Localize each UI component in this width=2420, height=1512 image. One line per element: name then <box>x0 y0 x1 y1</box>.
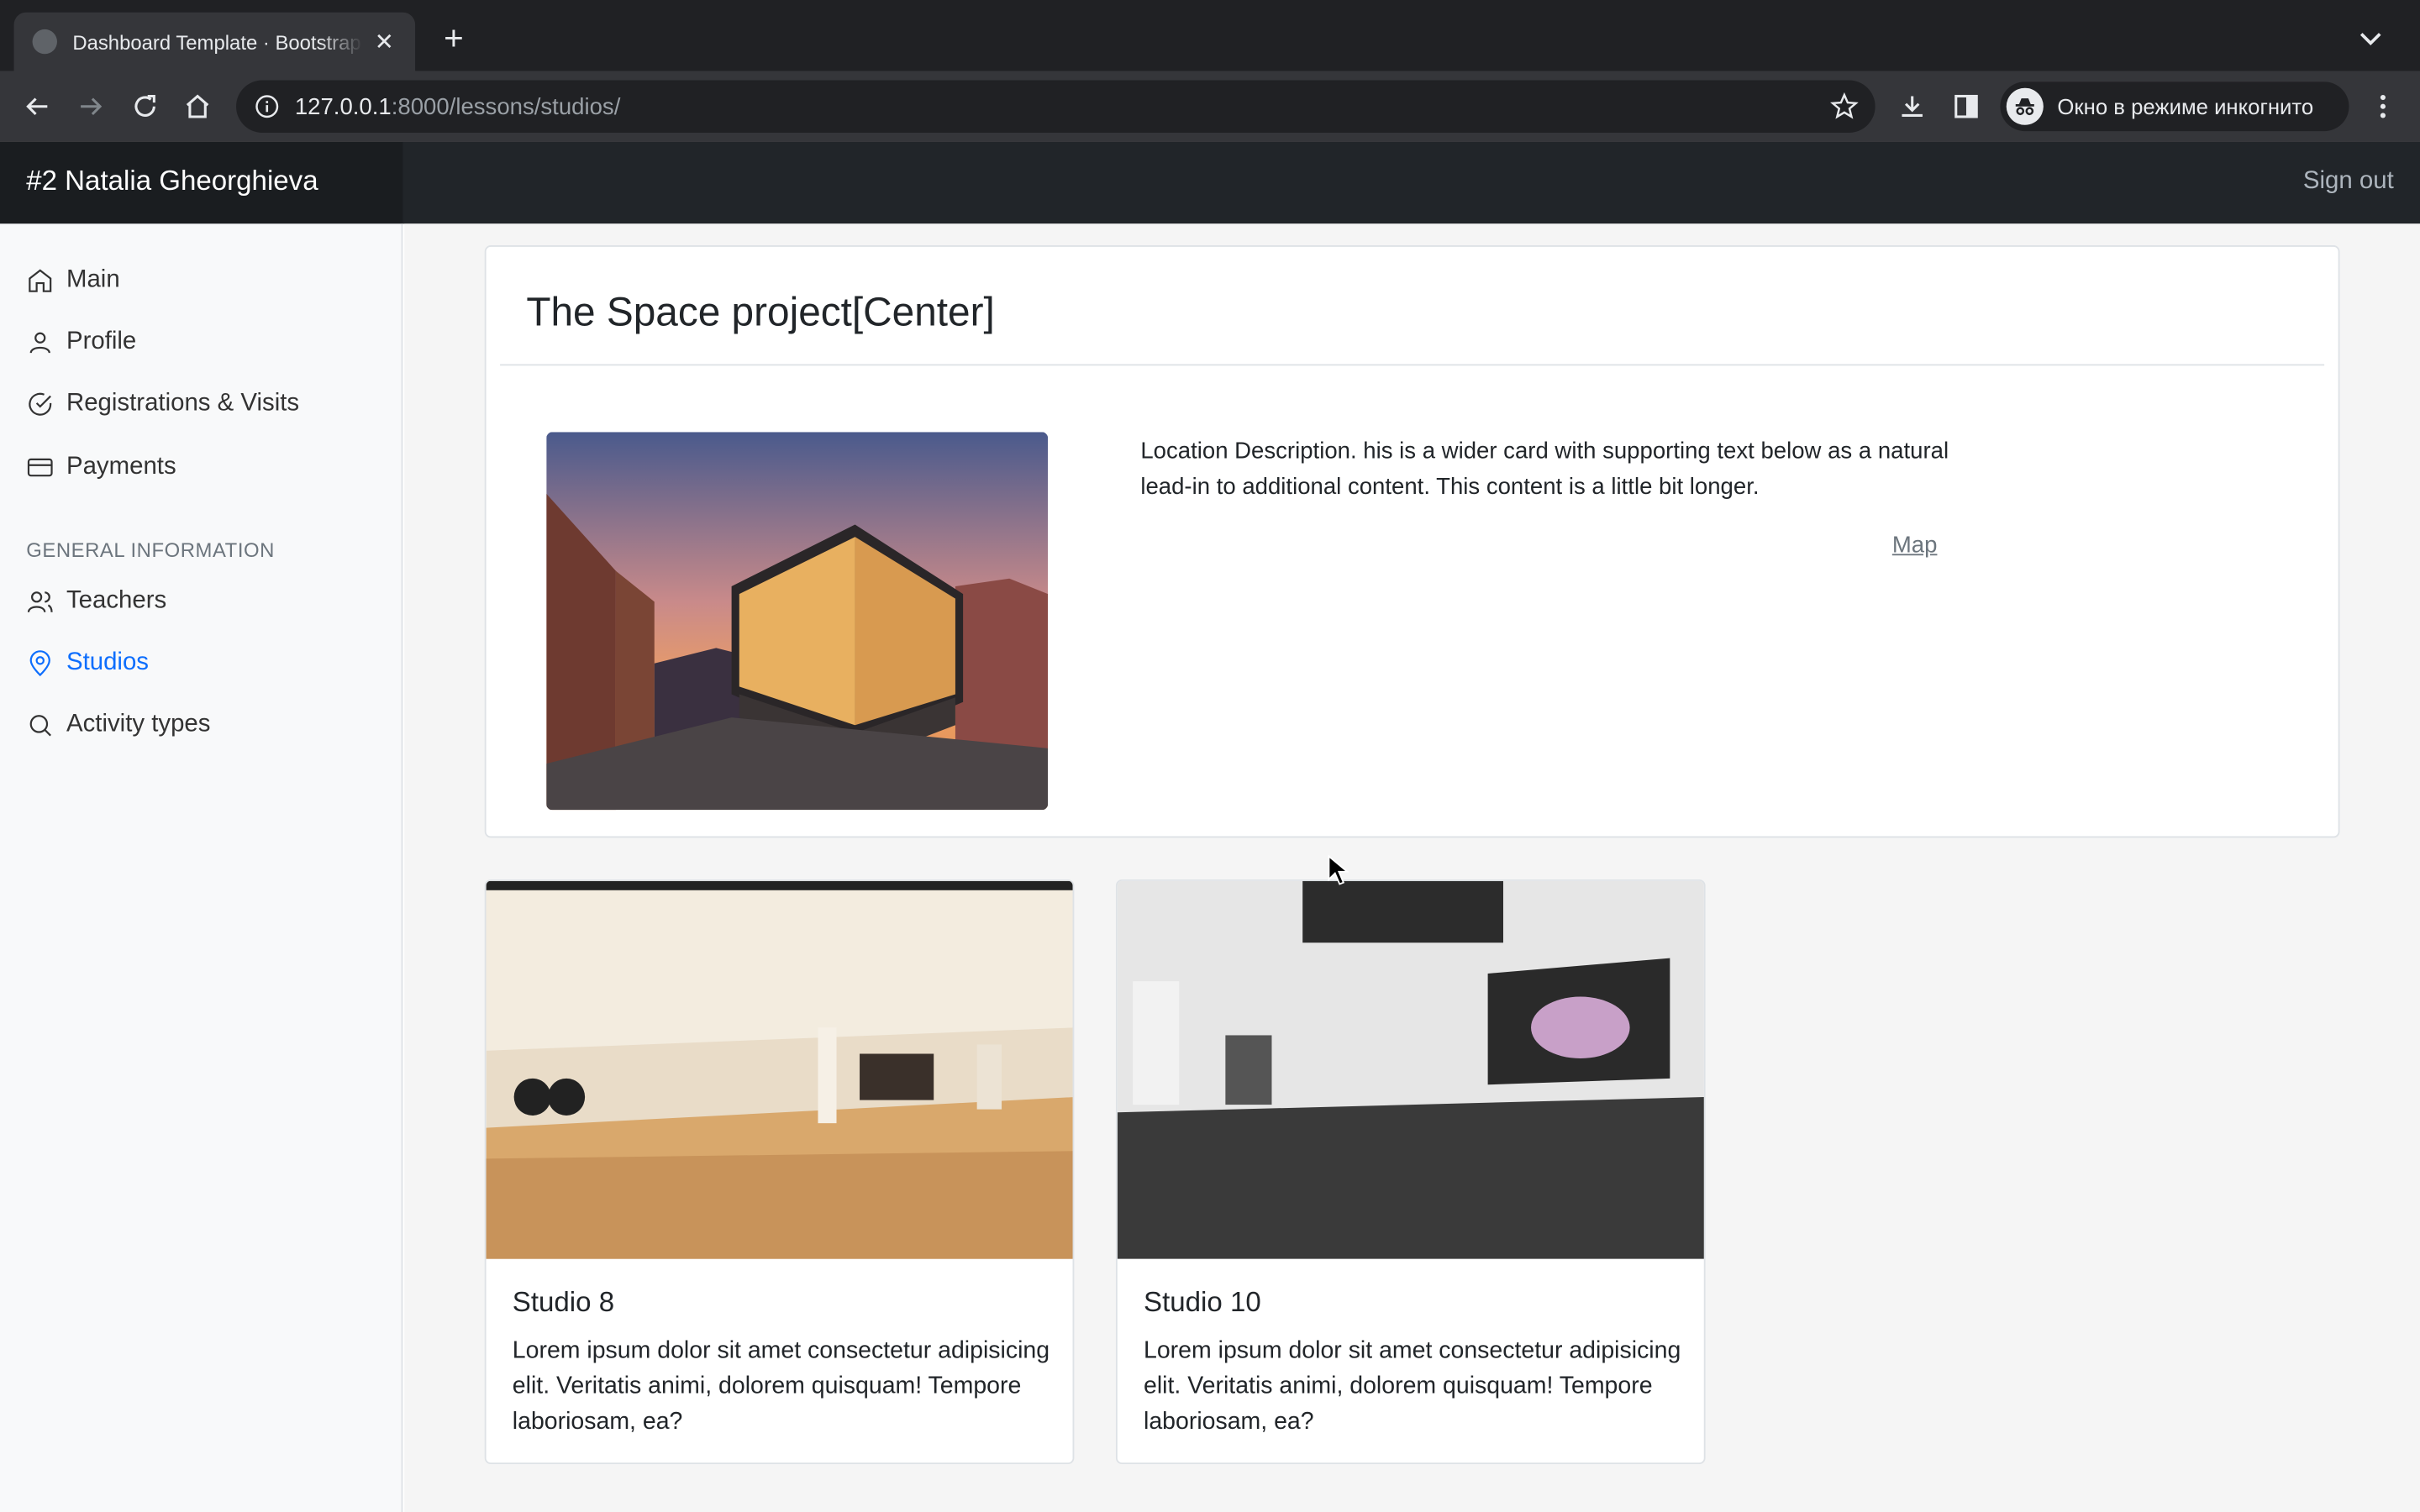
map-link[interactable]: Map <box>1892 533 1938 559</box>
studio-title: Studio 10 <box>1144 1286 1261 1318</box>
incognito-icon <box>2006 87 2044 125</box>
app-navbar: #2 Natalia Gheorghieva Sign out <box>0 141 2420 224</box>
close-icon[interactable]: ✕ <box>372 28 397 55</box>
bookmark-star-icon[interactable] <box>1829 91 1860 122</box>
sidebar-item-main[interactable]: Main <box>26 262 120 299</box>
sidebar-item-label: Payments <box>66 454 176 480</box>
new-tab-icon[interactable]: + <box>435 19 472 57</box>
url-text: 127.0.0.1:8000/lessons/studios/ <box>294 93 621 120</box>
sidebar-item-studios[interactable]: Studios <box>26 645 149 682</box>
tab-title: Dashboard Template · Bootstrap <box>72 29 361 54</box>
sidebar: Main Profile Registrations & Visits Paym… <box>0 223 403 1512</box>
center-description: Location Description. his is a wider car… <box>1140 438 1949 501</box>
center-building-image <box>546 432 1049 811</box>
incognito-label: Окно в режиме инкогнито <box>2057 94 2314 119</box>
home-icon[interactable] <box>179 88 216 125</box>
users-icon <box>27 591 53 613</box>
sign-out-link[interactable]: Sign out <box>2303 168 2394 196</box>
sidebar-item-label: Activity types <box>66 711 211 738</box>
studio-photo <box>1117 880 1704 1259</box>
globe-icon <box>32 29 57 55</box>
check-circle-icon <box>29 392 52 416</box>
forward-arrow-icon[interactable] <box>72 88 109 125</box>
studio-card[interactable]: Studio 8 Lorem ipsum dolor sit amet cons… <box>484 879 1075 1465</box>
search-icon <box>29 715 51 737</box>
user-icon <box>29 332 50 354</box>
credit-card-icon <box>27 458 53 477</box>
center-title: The Space project[Center] <box>526 288 995 335</box>
sidebar-item-label: Main <box>66 266 120 293</box>
sidebar-item-label: Profile <box>66 328 137 355</box>
mouse-pointer-icon <box>1328 854 1349 885</box>
browser-toolbar: 127.0.0.1:8000/lessons/studios/ Окно в р… <box>0 71 2420 142</box>
section-heading: General information <box>26 538 275 562</box>
studio-description: Lorem ipsum dolor sit amet consectetur a… <box>512 1337 1050 1436</box>
sidebar-item-registrations[interactable]: Registrations & Visits <box>26 386 299 423</box>
studio-title: Studio 8 <box>512 1286 615 1318</box>
center-card: The Space project[Center] Location Descr… <box>484 245 2340 838</box>
browser-tab-strip: Dashboard Template · Bootstrap ✕ + <box>0 0 2420 71</box>
brand-title[interactable]: #2 Natalia Gheorghieva <box>0 141 403 224</box>
browser-tab[interactable]: Dashboard Template · Bootstrap ✕ <box>13 12 416 71</box>
studio-photo <box>486 880 1073 1259</box>
incognito-indicator[interactable]: Окно в режиме инкогнито <box>2000 81 2349 132</box>
kebab-menu-icon[interactable] <box>2365 88 2402 125</box>
studio-card[interactable]: Studio 10 Lorem ipsum dolor sit amet con… <box>1115 879 1706 1465</box>
download-icon[interactable] <box>1894 88 1931 125</box>
sidebar-item-label: Registrations & Visits <box>66 390 300 417</box>
sidebar-item-teachers[interactable]: Teachers <box>26 583 166 620</box>
back-arrow-icon[interactable] <box>18 88 55 125</box>
info-icon[interactable] <box>255 94 279 118</box>
reload-icon[interactable] <box>127 88 164 125</box>
chevron-down-icon[interactable] <box>2355 24 2386 55</box>
address-bar[interactable]: 127.0.0.1:8000/lessons/studios/ <box>236 80 1876 133</box>
sidebar-item-label: Studios <box>66 649 150 676</box>
sidebar-item-activity-types[interactable]: Activity types <box>26 706 210 743</box>
sidebar-item-profile[interactable]: Profile <box>26 324 136 361</box>
sidebar-item-label: Teachers <box>66 587 167 615</box>
studio-description: Lorem ipsum dolor sit amet consectetur a… <box>1144 1337 1681 1436</box>
sidebar-item-payments[interactable]: Payments <box>26 449 176 486</box>
map-pin-icon <box>29 650 50 677</box>
divider <box>500 364 2325 366</box>
home-icon <box>29 269 52 292</box>
main-content: The Space project[Center] Location Descr… <box>404 223 2420 1512</box>
side-panel-icon[interactable] <box>1948 88 1985 125</box>
